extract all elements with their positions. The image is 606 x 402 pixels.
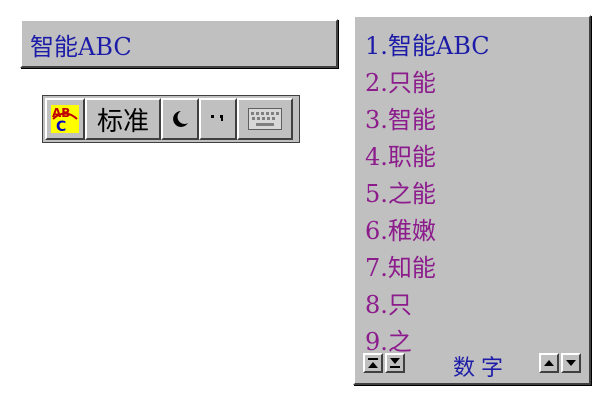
candidate-item-7[interactable]: 7.知能 [365, 253, 490, 290]
half-width-moon-icon[interactable] [161, 98, 199, 140]
candidate-item-4[interactable]: 4.职能 [365, 142, 490, 179]
candidate-item-2[interactable]: 2.只能 [365, 68, 490, 105]
composition-window: 智能ABC [20, 19, 338, 68]
abc-logo-glyph: AB C [51, 105, 79, 134]
candidate-item-1[interactable]: 1.智能ABC [365, 31, 490, 68]
input-mode-label: 标准 [96, 106, 149, 137]
svg-text:C: C [56, 119, 66, 134]
abc-logo-icon[interactable]: AB C [45, 98, 85, 140]
ime-status-bar: AB C 标准 [42, 95, 300, 143]
punctuation-icon[interactable] [199, 98, 237, 140]
candidate-list: 1.智能ABC 2.只能 3.智能 4.职能 5.之能 6.稚嫩 7.知能 8.… [365, 31, 490, 364]
candidate-item-3[interactable]: 3.智能 [365, 105, 490, 142]
candidate-item-5[interactable]: 5.之能 [365, 179, 490, 216]
candidate-item-6[interactable]: 6.稚嫩 [365, 216, 490, 253]
page-up-icon [544, 360, 554, 366]
first-page-icon [368, 358, 378, 368]
page-up-button[interactable] [539, 353, 559, 373]
soft-keyboard-icon[interactable] [237, 98, 293, 140]
page-down-icon [566, 360, 576, 366]
last-page-button[interactable] [385, 353, 405, 373]
keyboard-glyph [248, 108, 282, 130]
composition-text: 智能ABC [30, 33, 132, 61]
last-page-icon [390, 358, 400, 368]
input-mode-button[interactable]: 标准 [85, 98, 161, 140]
first-page-button[interactable] [363, 353, 383, 373]
candidate-item-8[interactable]: 8.只 [365, 290, 490, 327]
moon-glyph [173, 111, 188, 127]
page-down-button[interactable] [561, 353, 581, 373]
candidate-footer-label: 数字 [453, 356, 510, 381]
punctuation-glyph [211, 115, 223, 121]
candidate-footer: 数字 [363, 353, 585, 381]
candidate-window: 1.智能ABC 2.只能 3.智能 4.职能 5.之能 6.稚嫩 7.知能 8.… [353, 15, 591, 385]
